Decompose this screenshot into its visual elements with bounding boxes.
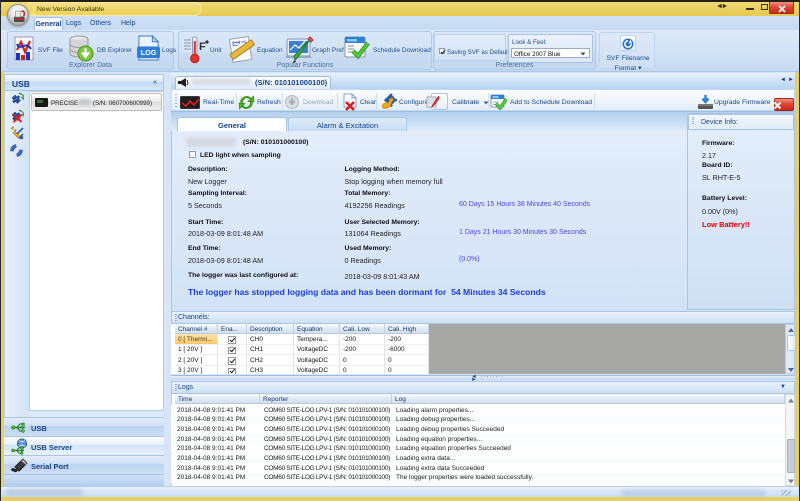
svg-text:F: F [199,41,206,53]
svg-text:LOG: LOG [141,48,157,57]
